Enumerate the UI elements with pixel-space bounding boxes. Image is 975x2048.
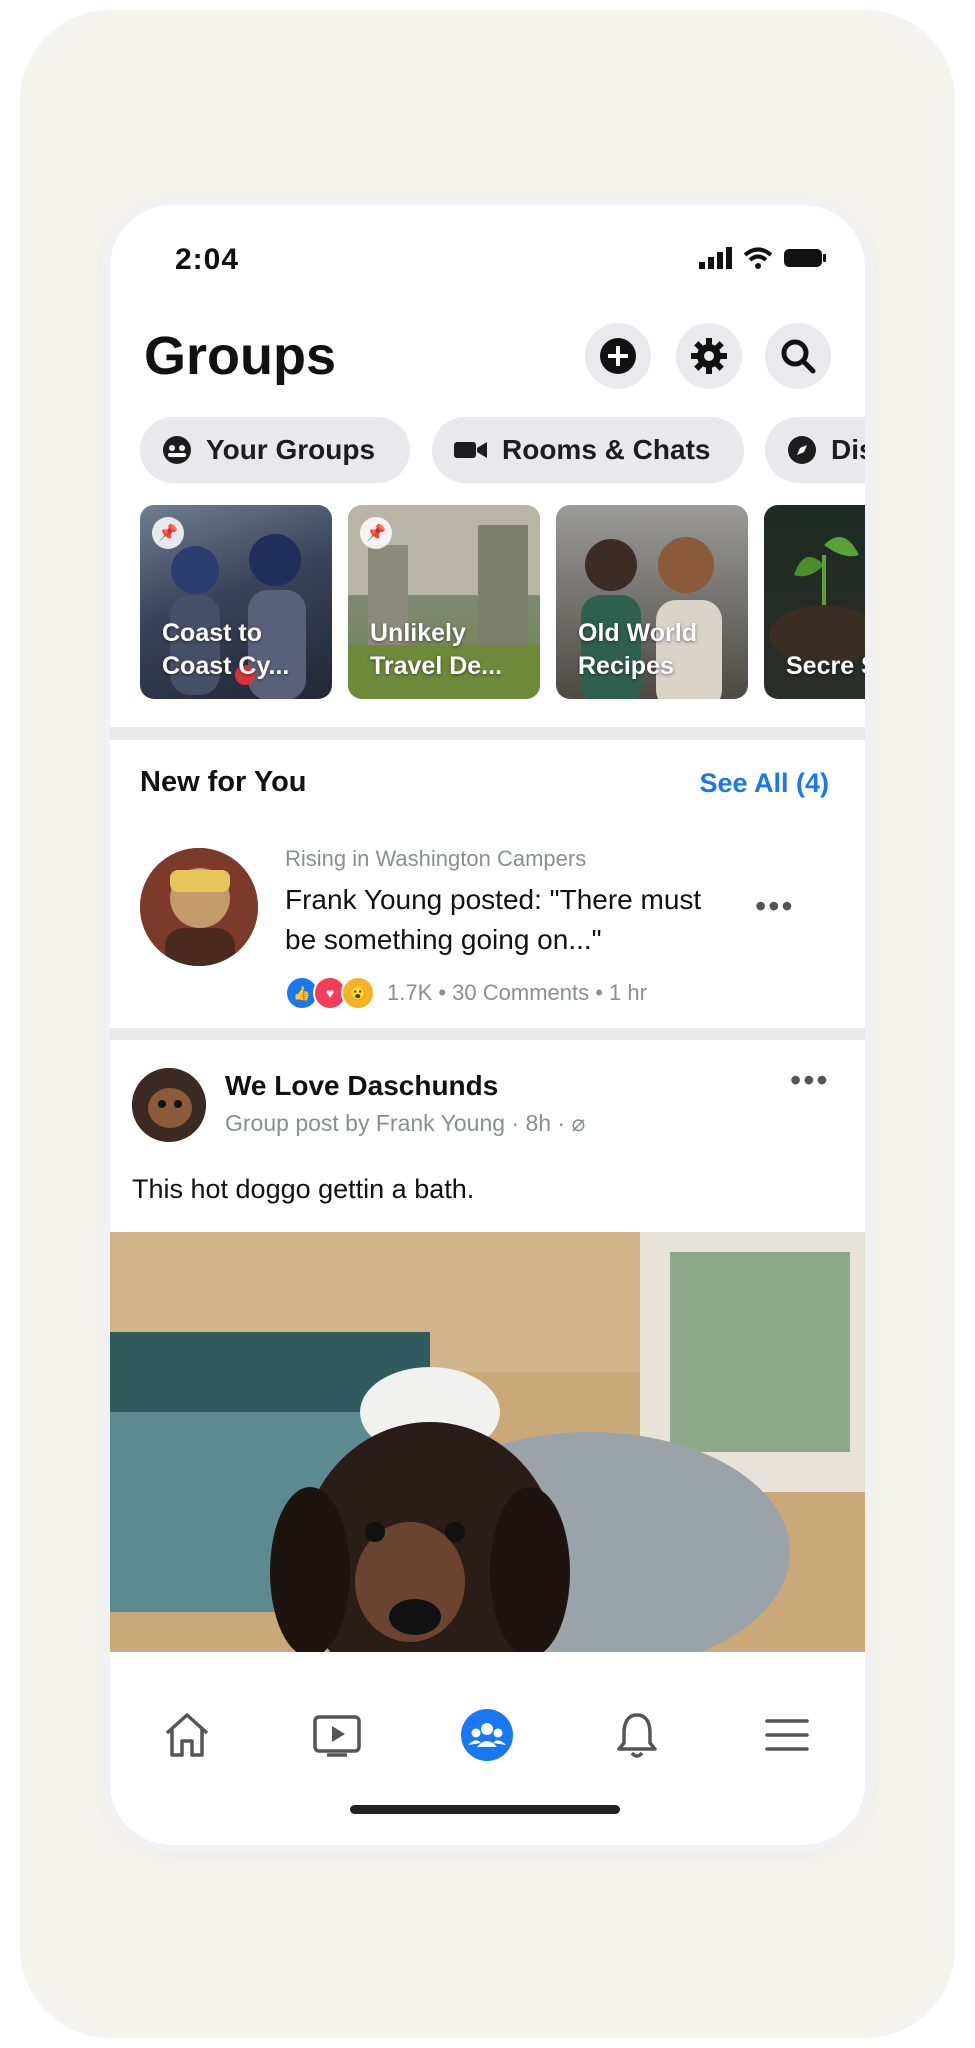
dog-bath-photo <box>110 1232 865 1652</box>
bell-icon <box>617 1713 657 1758</box>
post-caption: This hot doggo gettin a bath. <box>132 1174 475 1204</box>
wow-reaction-icon: 😮 <box>341 976 375 1010</box>
pinned-group-label: Secre Sneer <box>786 652 865 680</box>
pinned-group-tile[interactable]: 📌 Coast to Coast Cy... <box>140 505 332 699</box>
group-name[interactable]: We Love Daschunds <box>225 1070 498 1102</box>
bottom-nav <box>110 1685 865 1845</box>
chip-label: Dis <box>831 434 865 465</box>
pinned-groups: 📌 Coast to Coast Cy... 📌 Unlikely Travel… <box>110 505 865 727</box>
home-icon <box>165 1713 209 1757</box>
groups-icon <box>162 435 192 465</box>
avatar-image <box>132 1068 206 1142</box>
pin-icon: 📌 <box>360 517 392 549</box>
wifi-icon <box>743 247 773 269</box>
home-indicator[interactable] <box>350 1805 620 1814</box>
pinned-group-label: Coast to Coast Cy... <box>162 619 290 680</box>
nav-notifications[interactable] <box>605 1703 669 1767</box>
chip-label: Rooms & Chats <box>502 434 711 465</box>
gear-icon <box>691 338 727 374</box>
nav-home[interactable] <box>155 1703 219 1767</box>
see-all-link[interactable]: See All (4) <box>699 768 829 799</box>
page-title: Groups <box>144 326 337 386</box>
more-options-icon[interactable]: ••• <box>790 1062 830 1099</box>
pinned-group-tile[interactable]: 📌 Unlikely Travel De... <box>348 505 540 699</box>
pinned-group-tile[interactable]: Secre Sneer <box>764 505 865 699</box>
status-time: 2:04 <box>175 243 240 276</box>
signal-icon <box>699 247 732 269</box>
chip-discover[interactable]: Dis <box>765 417 865 483</box>
plus-circle-icon <box>600 338 636 374</box>
avatar[interactable] <box>140 848 258 966</box>
notification-text[interactable]: Frank Young posted: "There must be somet… <box>285 880 705 960</box>
pin-icon: 📌 <box>152 517 184 549</box>
pinned-group-tile[interactable]: Old World Recipes <box>556 505 748 699</box>
settings-button[interactable] <box>676 323 742 389</box>
section-title: New for You <box>140 766 307 798</box>
nav-menu[interactable] <box>755 1703 819 1767</box>
nav-groups[interactable] <box>455 1703 519 1767</box>
status-bar: 2:04 <box>110 205 865 305</box>
search-icon <box>781 339 816 374</box>
reaction-stats: 1.7K • 30 Comments • 1 hr <box>387 980 647 1005</box>
filter-chips: Your Groups Rooms & Chats Dis <box>110 405 865 505</box>
pinned-group-label: Unlikely Travel De... <box>370 619 503 680</box>
nav-watch[interactable] <box>305 1703 369 1767</box>
chip-label: Your Groups <box>206 434 376 465</box>
notification-context: Rising in Washington Campers <box>285 846 587 871</box>
chip-rooms-chats[interactable]: Rooms & Chats <box>432 417 744 483</box>
post-meta: Group post by Frank Young · 8h · ⌀ <box>225 1110 586 1136</box>
phone-screen: 2:04 Groups Your Groups Rooms & Chats Di… <box>110 205 865 1845</box>
post-photo[interactable] <box>110 1232 865 1652</box>
video-camera-icon <box>454 438 488 462</box>
battery-icon <box>784 249 826 267</box>
more-options-icon[interactable]: ••• <box>755 888 795 925</box>
new-for-you-section: New for You See All (4) Rising in Washin… <box>110 740 865 1028</box>
avatar-image <box>140 848 258 966</box>
status-icons <box>699 247 827 269</box>
pinned-group-label: Old World Recipes <box>578 619 697 680</box>
search-button[interactable] <box>765 323 831 389</box>
create-group-button[interactable] <box>585 323 651 389</box>
avatar[interactable] <box>132 1068 206 1142</box>
video-icon <box>313 1715 361 1757</box>
groups-icon <box>461 1709 513 1761</box>
groups-header: Groups <box>110 305 865 405</box>
reaction-row: 👍 ♥ 😮 1.7K • 30 Comments • 1 hr <box>285 976 647 1010</box>
compass-icon <box>787 435 817 465</box>
menu-icon <box>765 1719 809 1751</box>
chip-your-groups[interactable]: Your Groups <box>140 417 410 483</box>
